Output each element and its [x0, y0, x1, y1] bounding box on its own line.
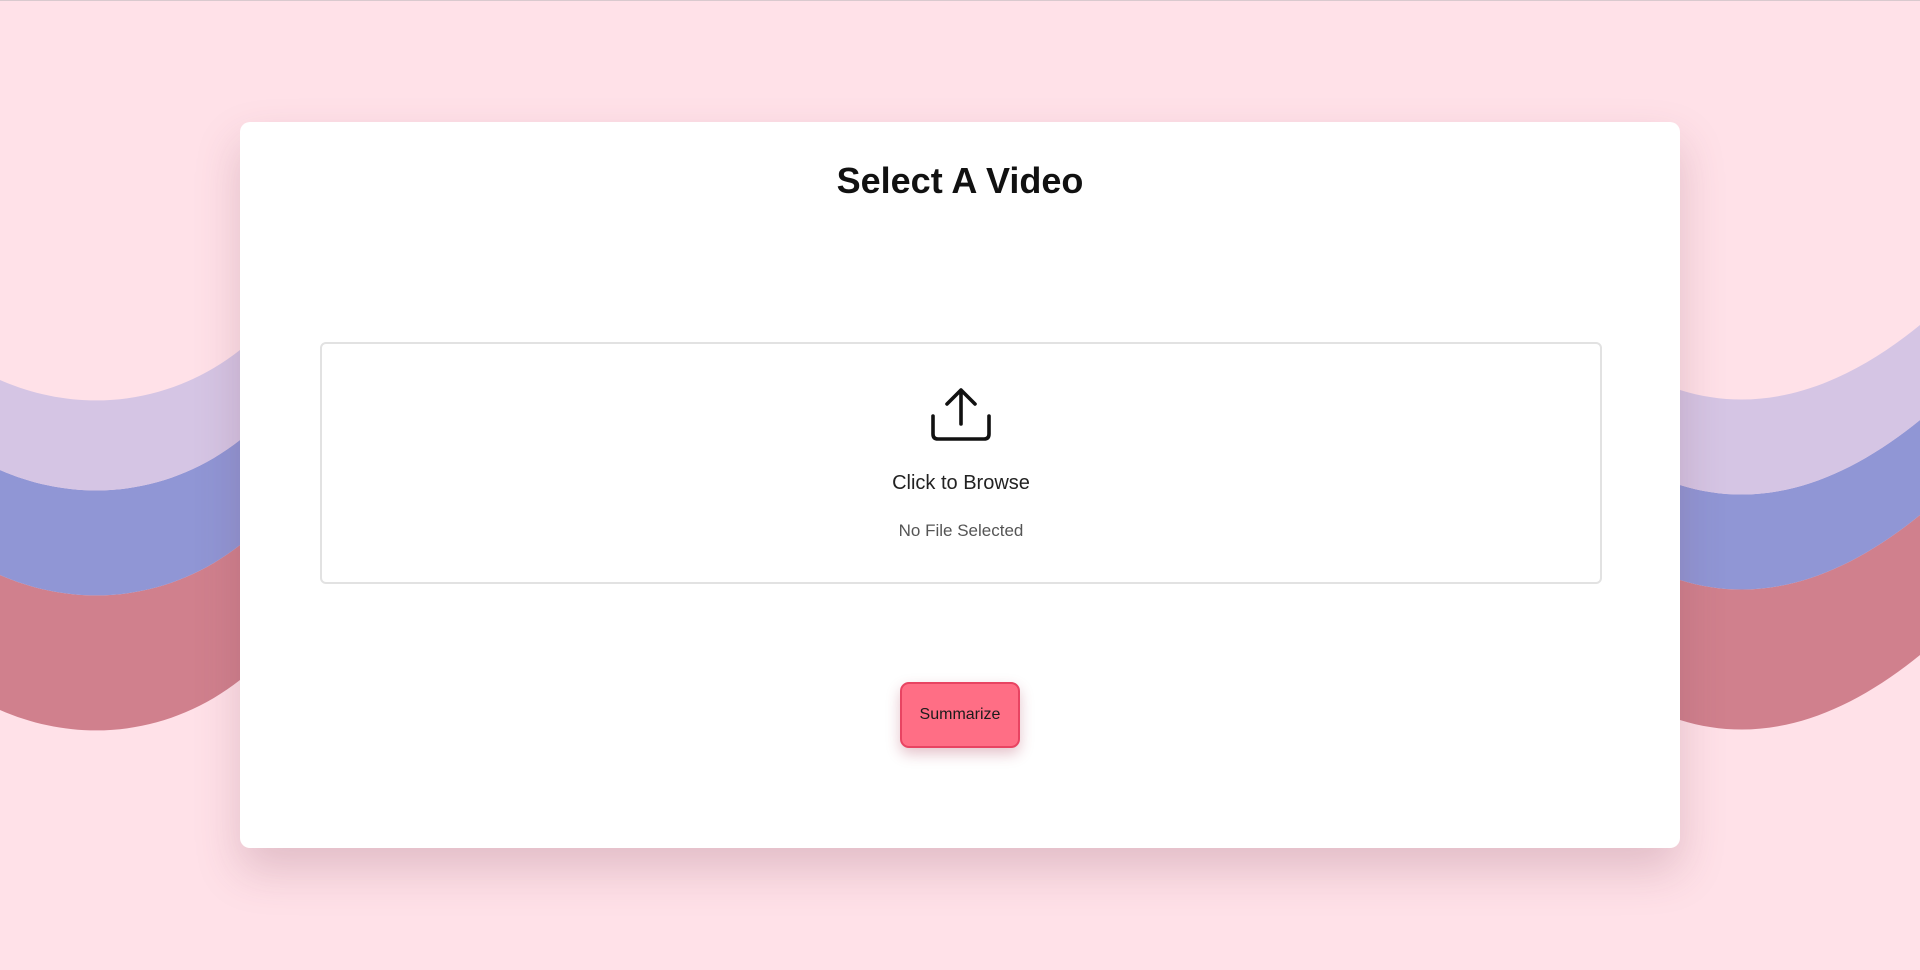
file-status-text: No File Selected: [898, 521, 1024, 540]
upload-card: Select A Video Click to Browse No File S…: [240, 122, 1680, 848]
left-wave-group: [0, 350, 240, 731]
browse-label[interactable]: Click to Browse: [322, 472, 1600, 495]
page-title: Select A Video: [836, 160, 1084, 201]
right-wave-group: [1680, 325, 1920, 730]
file-dropzone[interactable]: Click to Browse No File Selected: [320, 342, 1602, 584]
upload-icon: [931, 388, 991, 441]
summarize-button[interactable]: Summarize: [900, 682, 1020, 748]
